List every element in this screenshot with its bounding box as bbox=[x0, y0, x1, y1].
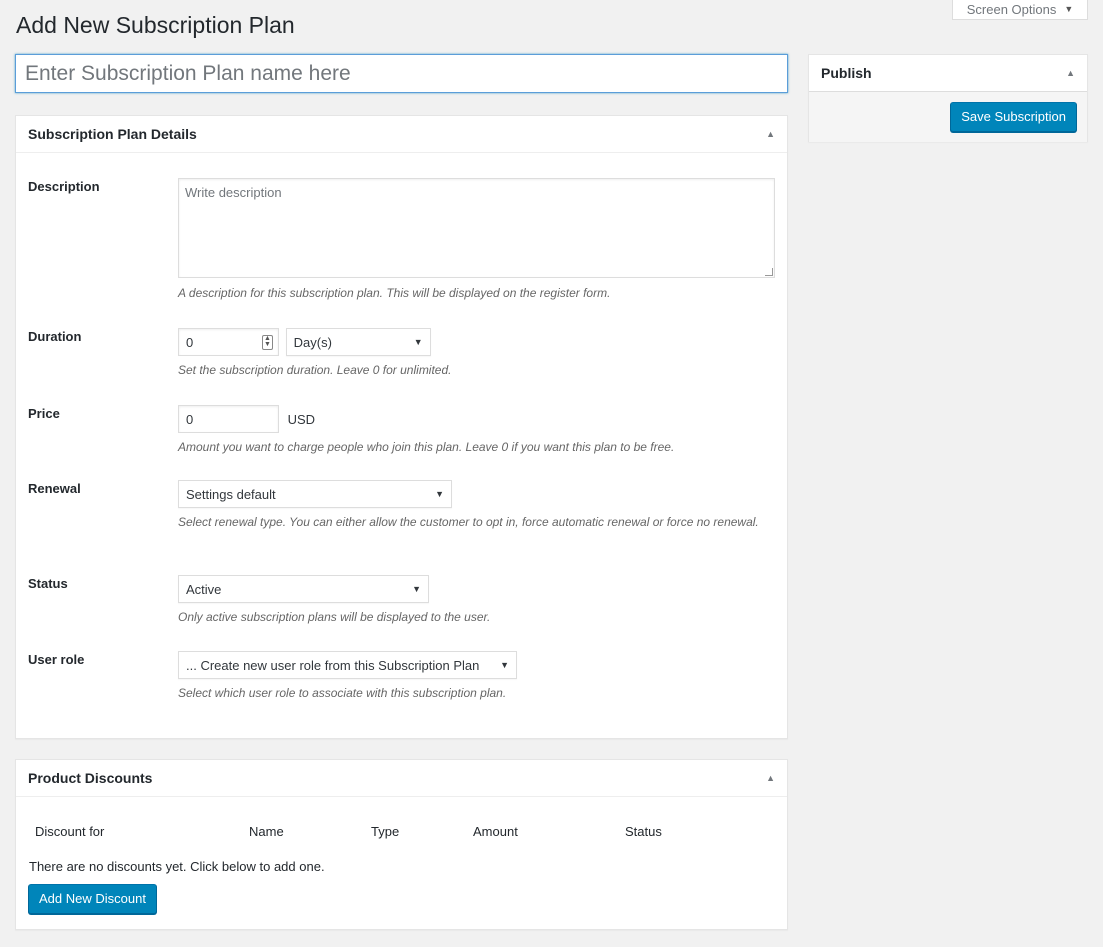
publish-header: Publish ▲ bbox=[809, 55, 1087, 92]
description-wrapper bbox=[178, 178, 775, 278]
user-role-label: User role bbox=[28, 652, 85, 667]
page-title: Add New Subscription Plan bbox=[16, 12, 295, 38]
no-discounts-message: There are no discounts yet. Click below … bbox=[29, 859, 325, 874]
caret-down-icon: ▼ bbox=[1064, 4, 1074, 14]
duration-input[interactable]: 0 ▲ ▼ bbox=[178, 328, 279, 356]
subscription-details-header: Subscription Plan Details ▲ bbox=[16, 116, 787, 153]
collapse-toggle-icon[interactable]: ▲ bbox=[766, 773, 775, 783]
number-spinner-icon[interactable]: ▲ ▼ bbox=[262, 335, 273, 350]
status-value: Active bbox=[186, 581, 222, 597]
column-header: Name bbox=[249, 824, 284, 839]
screen-options-label: Screen Options bbox=[966, 1, 1057, 17]
publish-title: Publish bbox=[821, 65, 872, 81]
duration-value: 0 bbox=[186, 334, 194, 350]
product-discounts-box: Product Discounts ▲ Discount for Name Ty… bbox=[15, 759, 788, 930]
collapse-toggle-icon[interactable]: ▲ bbox=[1066, 68, 1075, 78]
column-header: Amount bbox=[473, 824, 518, 839]
chevron-down-icon: ▼ bbox=[500, 660, 509, 670]
duration-control: 0 ▲ ▼ Day(s) ▼ Set the subscription durat… bbox=[178, 328, 452, 380]
status-label: Status bbox=[28, 576, 68, 591]
subscription-details-title: Subscription Plan Details bbox=[28, 126, 197, 142]
product-discounts-header: Product Discounts ▲ bbox=[16, 760, 787, 797]
duration-unit-select[interactable]: Day(s) ▼ bbox=[285, 328, 431, 356]
renewal-label: Renewal bbox=[28, 481, 81, 496]
chevron-down-icon: ▼ bbox=[412, 584, 421, 594]
plan-name-input[interactable] bbox=[15, 54, 788, 93]
price-help: Amount you want to charge people who joi… bbox=[178, 440, 675, 454]
price-value: 0 bbox=[186, 411, 194, 427]
price-label: Price bbox=[28, 406, 60, 421]
chevron-down-icon: ▼ bbox=[435, 489, 444, 499]
duration-label: Duration bbox=[28, 329, 82, 344]
column-header: Type bbox=[371, 824, 400, 839]
subscription-details-box: Subscription Plan Details ▲ Description … bbox=[15, 115, 788, 739]
add-new-discount-button[interactable]: Add New Discount bbox=[28, 884, 157, 914]
currency-label: USD bbox=[287, 411, 316, 427]
publish-actions: Save Subscription bbox=[809, 92, 1087, 142]
user-role-control: ... Create new user role from this Subsc… bbox=[178, 651, 517, 703]
user-role-help: Select which user role to associate with… bbox=[178, 686, 507, 700]
chevron-down-icon: ▼ bbox=[413, 337, 423, 347]
renewal-value: Settings default bbox=[186, 486, 276, 502]
renewal-help: Select renewal type. You can either allo… bbox=[178, 515, 759, 529]
description-label: Description bbox=[28, 179, 100, 194]
status-select[interactable]: Active ▼ bbox=[178, 575, 429, 603]
status-control: Active ▼ Only active subscription plans … bbox=[178, 575, 490, 627]
price-input[interactable]: 0 bbox=[178, 405, 279, 433]
price-control: 0 USD Amount you want to charge people w… bbox=[178, 405, 674, 457]
description-control: A description for this subscription plan… bbox=[178, 178, 775, 303]
save-subscription-button[interactable]: Save Subscription bbox=[950, 102, 1077, 132]
renewal-control: Settings default ▼ Select renewal type. … bbox=[178, 480, 768, 532]
description-help: A description for this subscription plan… bbox=[178, 286, 611, 300]
description-textarea[interactable] bbox=[178, 178, 775, 278]
renewal-select[interactable]: Settings default ▼ bbox=[178, 480, 452, 508]
publish-box: Publish ▲ Save Subscription bbox=[808, 54, 1088, 142]
user-role-select[interactable]: ... Create new user role from this Subsc… bbox=[178, 651, 517, 679]
duration-unit-value: Day(s) bbox=[293, 334, 332, 350]
duration-help: Set the subscription duration. Leave 0 f… bbox=[178, 363, 452, 377]
screen-options-toggle[interactable]: Screen Options ▼ bbox=[952, 0, 1088, 20]
user-role-value: ... Create new user role from this Subsc… bbox=[186, 657, 480, 673]
column-header: Status bbox=[625, 824, 662, 839]
resize-handle-icon[interactable] bbox=[765, 268, 773, 276]
product-discounts-title: Product Discounts bbox=[28, 770, 153, 786]
collapse-toggle-icon[interactable]: ▲ bbox=[766, 129, 775, 139]
column-header: Discount for bbox=[35, 824, 105, 839]
status-help: Only active subscription plans will be d… bbox=[178, 610, 491, 624]
